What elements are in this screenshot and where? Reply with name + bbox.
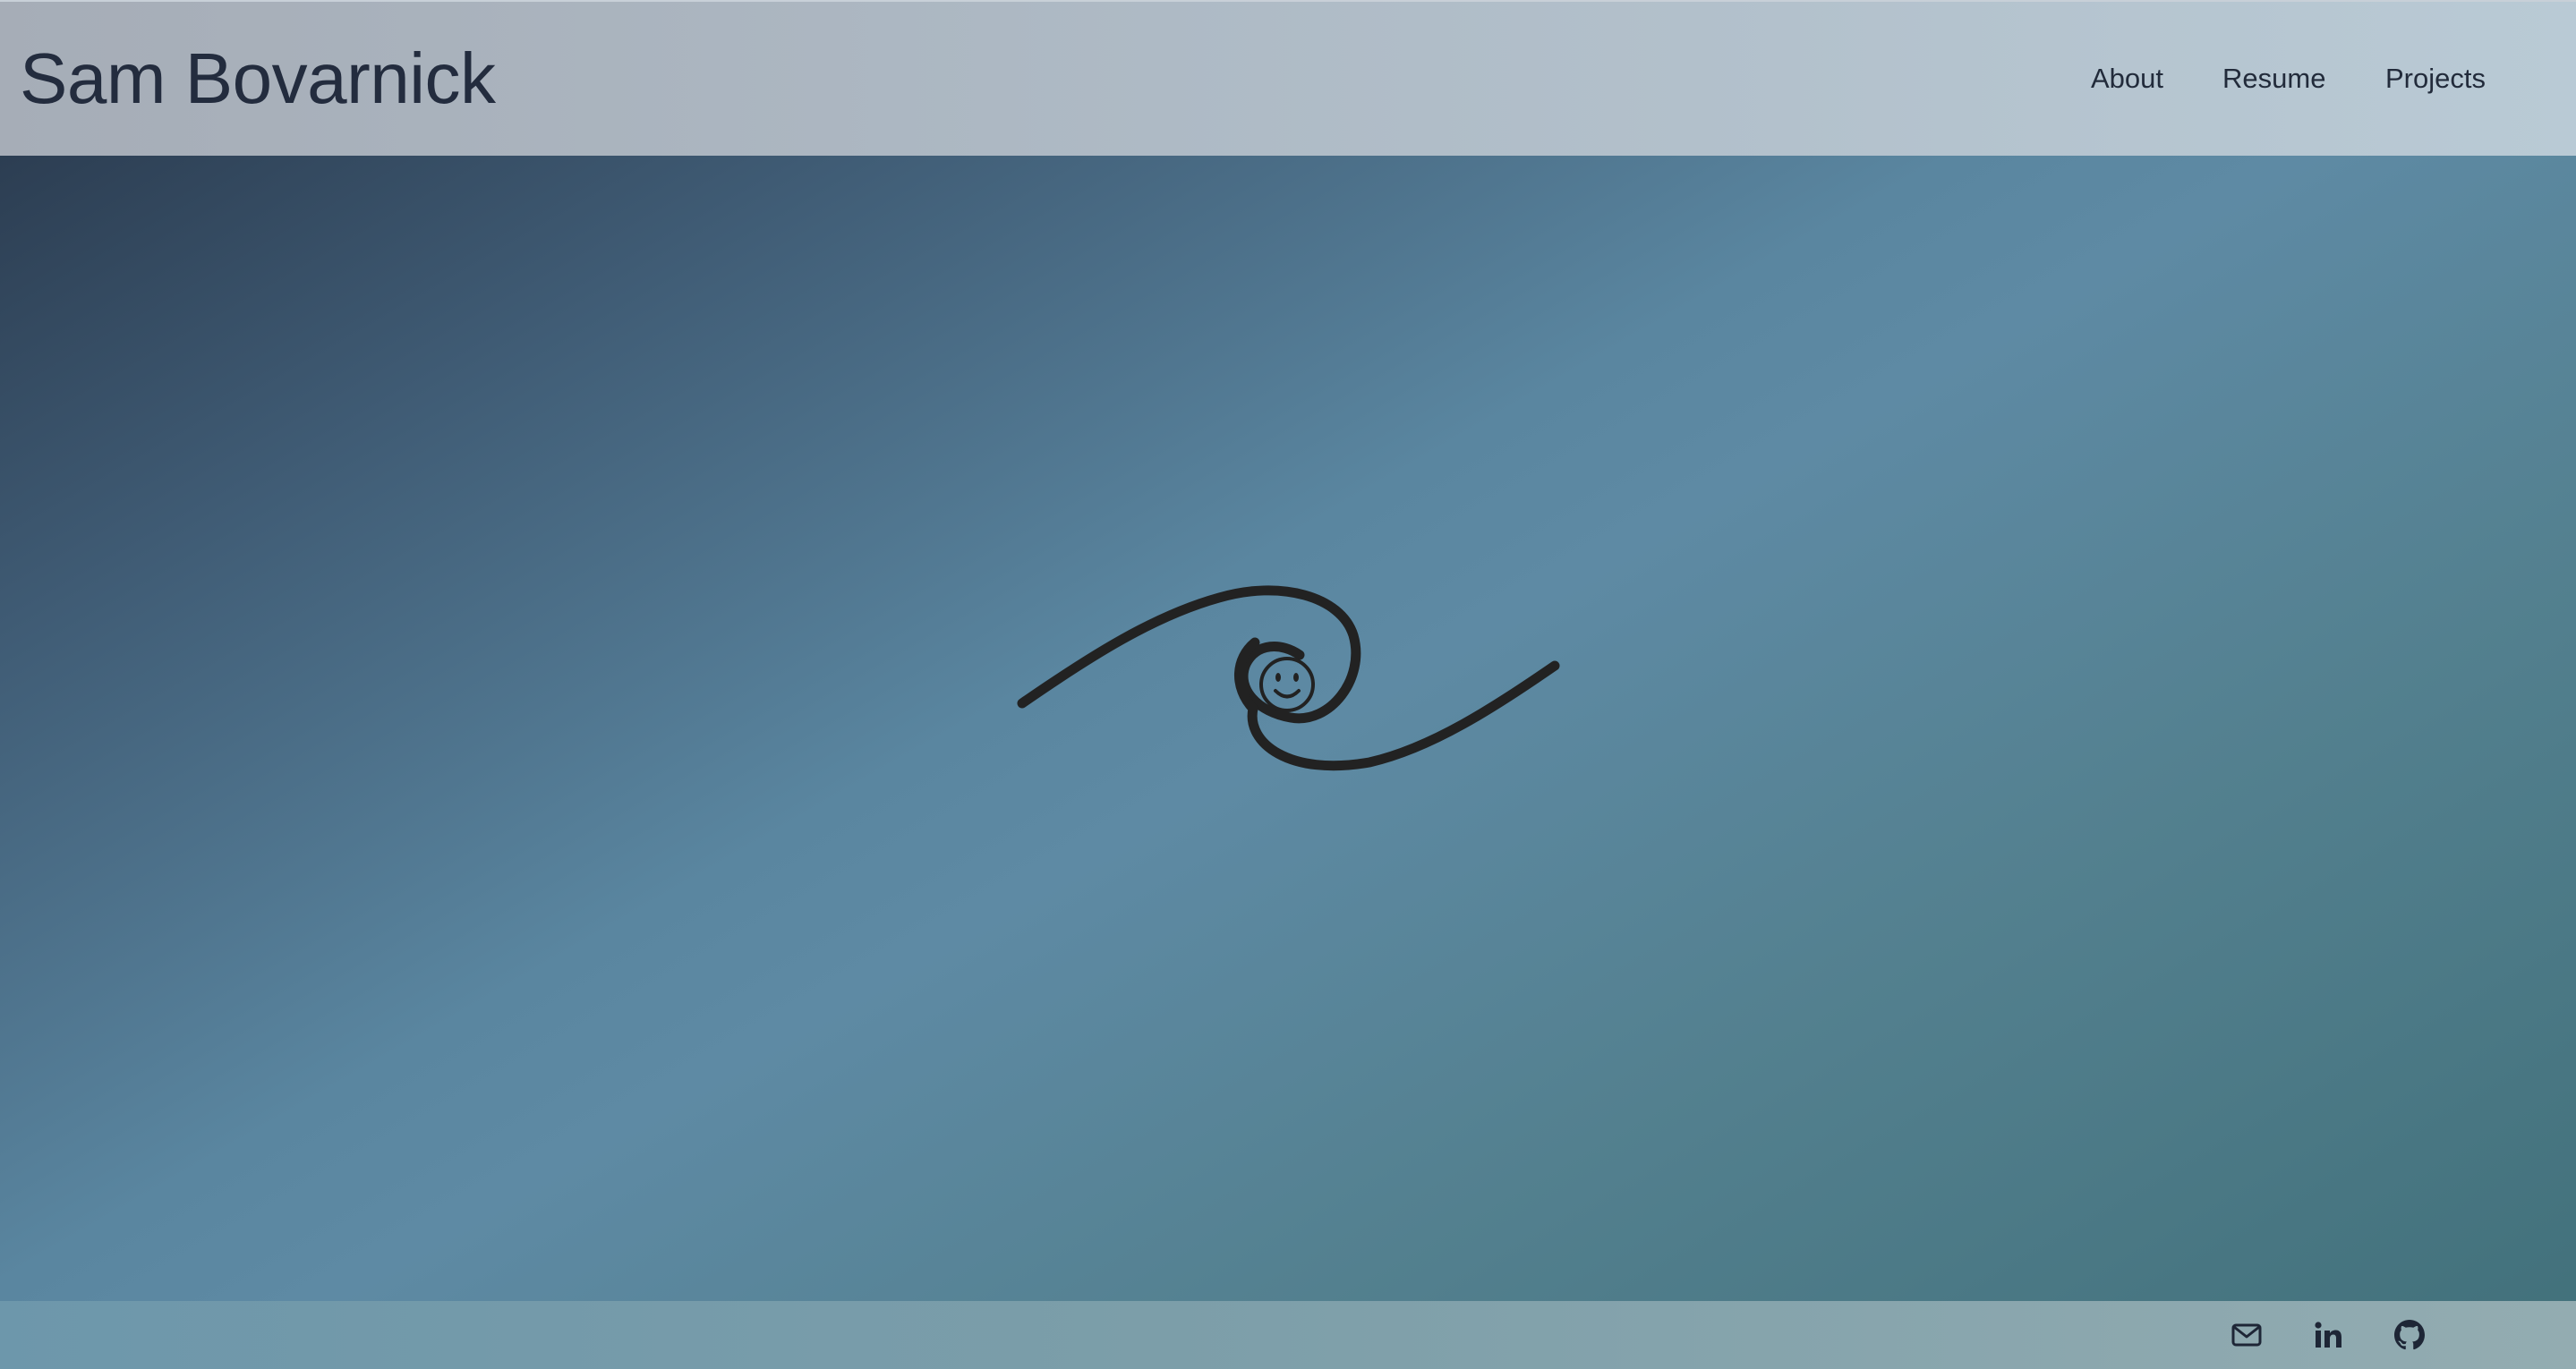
nav-link-about[interactable]: About	[2091, 61, 2163, 97]
github-icon	[2394, 1320, 2425, 1350]
nav-link-projects[interactable]: Projects	[2385, 61, 2486, 97]
site-header: Sam Bovarnick About Resume Projects	[0, 0, 2576, 156]
spiral-smiley-logo	[1017, 585, 1560, 771]
mail-icon	[2231, 1323, 2262, 1347]
nav-link-resume[interactable]: Resume	[2222, 61, 2325, 97]
email-link[interactable]	[2229, 1317, 2265, 1353]
site-footer	[0, 1301, 2576, 1369]
linkedin-link[interactable]	[2310, 1317, 2346, 1353]
spiral-stroke	[1017, 585, 1361, 724]
github-link[interactable]	[2392, 1317, 2427, 1353]
linkedin-icon	[2315, 1322, 2341, 1348]
site-title[interactable]: Sam Bovarnick	[20, 36, 496, 122]
smiley-icon	[1259, 657, 1315, 712]
